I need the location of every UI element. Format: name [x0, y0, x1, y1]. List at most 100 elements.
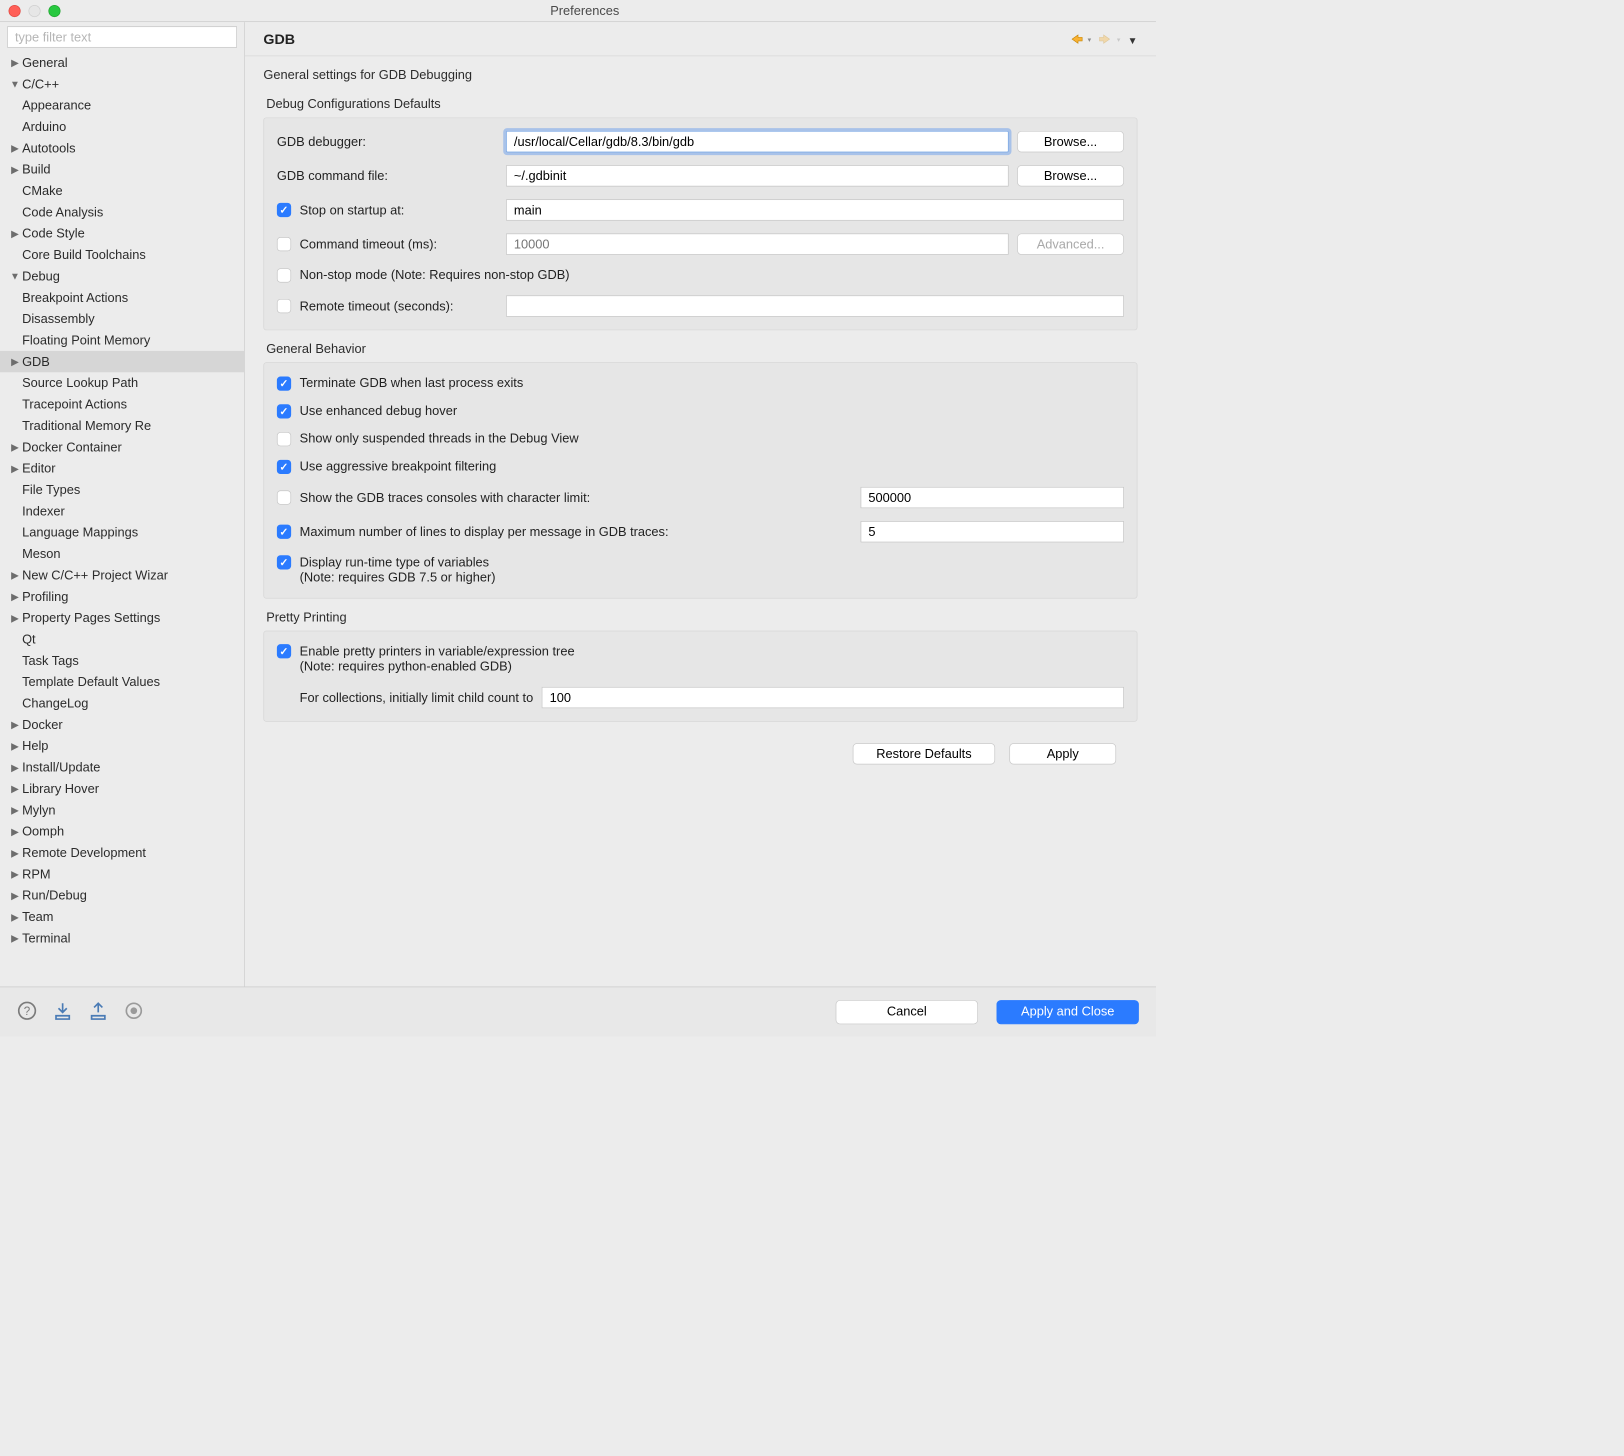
disclosure-right-icon[interactable]: ▶ [10, 911, 20, 923]
sidebar-item-oomph[interactable]: ▶Oomph [0, 821, 244, 842]
disclosure-right-icon[interactable]: ▶ [10, 825, 20, 837]
disclosure-right-icon[interactable]: ▶ [10, 57, 20, 69]
sidebar-item-docker[interactable]: ▶Docker [0, 714, 244, 735]
display-rtt-checkbox[interactable] [277, 555, 291, 569]
remote-timeout-checkbox[interactable] [277, 299, 291, 313]
show-suspended-checkbox[interactable] [277, 432, 291, 446]
nav-back-menu-icon[interactable]: ▾ [1088, 36, 1092, 44]
disclosure-right-icon[interactable]: ▶ [10, 569, 20, 581]
sidebar-item-code-analysis[interactable]: ▶Code Analysis [0, 201, 244, 222]
sidebar-item-new-c-c-project-wizar[interactable]: ▶New C/C++ Project Wizar [0, 564, 244, 585]
sidebar-item-docker-container[interactable]: ▶Docker Container [0, 436, 244, 457]
view-menu-icon[interactable]: ▼ [1128, 35, 1138, 46]
close-window-button[interactable] [9, 5, 21, 17]
sidebar-item-code-style[interactable]: ▶Code Style [0, 223, 244, 244]
stop-on-startup-checkbox[interactable] [277, 203, 291, 217]
maximize-window-button[interactable] [48, 5, 60, 17]
gdb-debugger-input[interactable] [506, 131, 1009, 152]
apply-close-button[interactable]: Apply and Close [997, 1000, 1139, 1024]
sidebar-item-appearance[interactable]: ▶Appearance [0, 95, 244, 116]
sidebar-item-core-build-toolchains[interactable]: ▶Core Build Toolchains [0, 244, 244, 265]
sidebar-item-meson[interactable]: ▶Meson [0, 543, 244, 564]
sidebar-item-task-tags[interactable]: ▶Task Tags [0, 650, 244, 671]
remote-timeout-input[interactable] [506, 295, 1124, 316]
nav-forward-menu-icon[interactable]: ▾ [1117, 36, 1121, 44]
disclosure-right-icon[interactable]: ▶ [10, 590, 20, 602]
disclosure-right-icon[interactable]: ▶ [10, 462, 20, 474]
nav-forward-icon[interactable] [1098, 32, 1112, 48]
sidebar-item-terminal[interactable]: ▶Terminal [0, 927, 244, 948]
sidebar-item-c-c-[interactable]: ▼C/C++ [0, 73, 244, 94]
disclosure-right-icon[interactable]: ▶ [10, 227, 20, 239]
enhanced-hover-checkbox[interactable] [277, 404, 291, 418]
sidebar-item-team[interactable]: ▶Team [0, 906, 244, 927]
sidebar-item-help[interactable]: ▶Help [0, 735, 244, 756]
disclosure-right-icon[interactable]: ▶ [10, 868, 20, 880]
disclosure-right-icon[interactable]: ▶ [10, 612, 20, 624]
command-timeout-checkbox[interactable] [277, 237, 291, 251]
disclosure-right-icon[interactable]: ▶ [10, 740, 20, 752]
filter-input[interactable] [7, 26, 237, 47]
sidebar-item-gdb[interactable]: ▶GDB [0, 351, 244, 372]
sidebar-item-general[interactable]: ▶General [0, 52, 244, 73]
sidebar-item-profiling[interactable]: ▶Profiling [0, 586, 244, 607]
sidebar-item-floating-point-memory[interactable]: ▶Floating Point Memory [0, 330, 244, 351]
sidebar-item-run-debug[interactable]: ▶Run/Debug [0, 885, 244, 906]
import-icon[interactable] [53, 1001, 73, 1023]
sidebar-item-template-default-values[interactable]: ▶Template Default Values [0, 671, 244, 692]
export-icon[interactable] [88, 1001, 108, 1023]
traces-limit-input[interactable] [861, 487, 1124, 508]
sidebar-item-breakpoint-actions[interactable]: ▶Breakpoint Actions [0, 287, 244, 308]
disclosure-right-icon[interactable]: ▶ [10, 163, 20, 175]
sidebar-item-qt[interactable]: ▶Qt [0, 629, 244, 650]
sidebar-item-traditional-memory-re[interactable]: ▶Traditional Memory Re [0, 415, 244, 436]
stop-on-startup-input[interactable] [506, 199, 1124, 220]
gdb-command-file-input[interactable] [506, 165, 1009, 186]
sidebar-item-remote-development[interactable]: ▶Remote Development [0, 842, 244, 863]
disclosure-right-icon[interactable]: ▶ [10, 441, 20, 453]
sidebar-item-rpm[interactable]: ▶RPM [0, 863, 244, 884]
sidebar-item-mylyn[interactable]: ▶Mylyn [0, 799, 244, 820]
traces-limit-checkbox[interactable] [277, 490, 291, 504]
sidebar-item-changelog[interactable]: ▶ChangeLog [0, 693, 244, 714]
sidebar-item-file-types[interactable]: ▶File Types [0, 479, 244, 500]
restore-defaults-button[interactable]: Restore Defaults [853, 743, 995, 764]
disclosure-right-icon[interactable]: ▶ [10, 783, 20, 795]
sidebar-item-property-pages-settings[interactable]: ▶Property Pages Settings [0, 607, 244, 628]
disclosure-right-icon[interactable]: ▶ [10, 142, 20, 154]
help-icon[interactable]: ? [17, 1001, 37, 1023]
sidebar-item-debug[interactable]: ▼Debug [0, 266, 244, 287]
sidebar-item-build[interactable]: ▶Build [0, 159, 244, 180]
minimize-window-button[interactable] [28, 5, 40, 17]
sidebar-item-indexer[interactable]: ▶Indexer [0, 500, 244, 521]
disclosure-right-icon[interactable]: ▶ [10, 761, 20, 773]
max-lines-checkbox[interactable] [277, 525, 291, 539]
oomph-icon[interactable] [124, 1001, 144, 1023]
disclosure-down-icon[interactable]: ▼ [10, 270, 20, 281]
disclosure-down-icon[interactable]: ▼ [10, 78, 20, 89]
cancel-button[interactable]: Cancel [836, 1000, 978, 1024]
disclosure-right-icon[interactable]: ▶ [10, 932, 20, 944]
sidebar-item-source-lookup-path[interactable]: ▶Source Lookup Path [0, 372, 244, 393]
disclosure-right-icon[interactable]: ▶ [10, 889, 20, 901]
browse-gdb-debugger-button[interactable]: Browse... [1017, 131, 1124, 152]
pretty-enable-checkbox[interactable] [277, 644, 291, 658]
sidebar-item-tracepoint-actions[interactable]: ▶Tracepoint Actions [0, 394, 244, 415]
pretty-child-input[interactable] [542, 687, 1124, 708]
nav-back-icon[interactable] [1069, 32, 1083, 48]
sidebar-item-install-update[interactable]: ▶Install/Update [0, 757, 244, 778]
disclosure-right-icon[interactable]: ▶ [10, 356, 20, 368]
terminate-gdb-checkbox[interactable] [277, 376, 291, 390]
max-lines-input[interactable] [861, 521, 1124, 542]
aggressive-bp-checkbox[interactable] [277, 459, 291, 473]
browse-command-file-button[interactable]: Browse... [1017, 165, 1124, 186]
sidebar-item-editor[interactable]: ▶Editor [0, 458, 244, 479]
disclosure-right-icon[interactable]: ▶ [10, 719, 20, 731]
sidebar-item-language-mappings[interactable]: ▶Language Mappings [0, 522, 244, 543]
disclosure-right-icon[interactable]: ▶ [10, 847, 20, 859]
nonstop-checkbox[interactable] [277, 268, 291, 282]
apply-button[interactable]: Apply [1009, 743, 1116, 764]
sidebar-item-cmake[interactable]: ▶CMake [0, 180, 244, 201]
sidebar-item-autotools[interactable]: ▶Autotools [0, 137, 244, 158]
sidebar-item-disassembly[interactable]: ▶Disassembly [0, 308, 244, 329]
